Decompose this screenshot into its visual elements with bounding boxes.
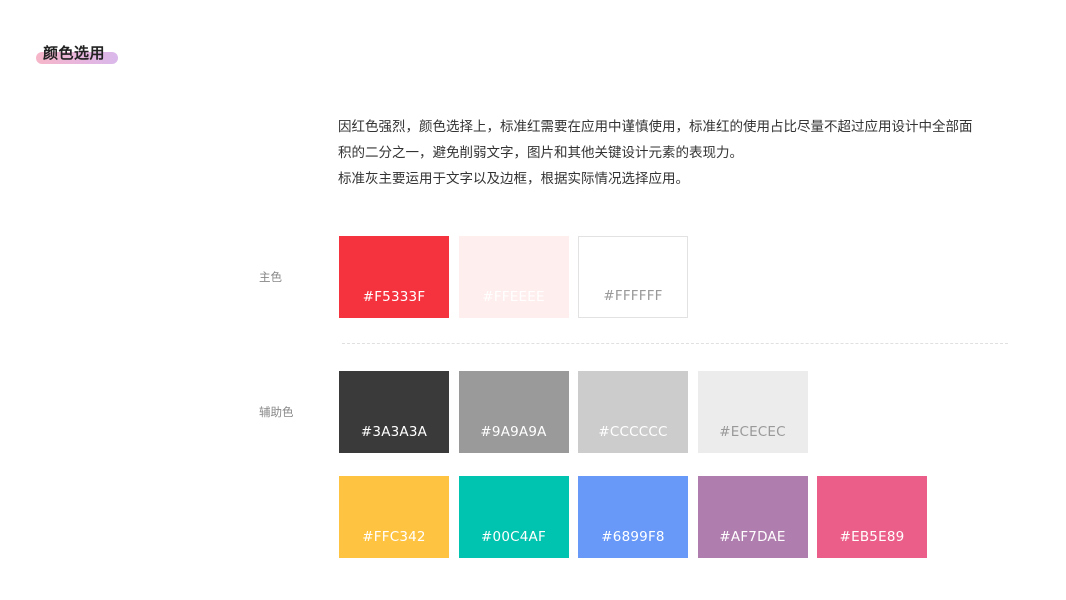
color-code: #EB5E89	[839, 529, 905, 545]
color-swatch: #FFC342	[339, 476, 449, 558]
color-code: #6899F8	[601, 529, 665, 545]
color-swatch: #ECECEC	[697, 371, 808, 453]
color-swatch: #00C4AF	[458, 476, 569, 558]
description-line: 因红色强烈，颜色选择上，标准红需要在应用中谨慎使用，标准红的使用占比尽量不超过应…	[338, 119, 973, 135]
page-title: 颜色选用	[43, 44, 106, 62]
color-code: #AF7DAE	[719, 529, 786, 545]
color-swatch: #6899F8	[578, 476, 688, 558]
color-swatch: #F5333F	[339, 236, 449, 318]
section-title: 颜色选用	[36, 40, 118, 68]
color-swatch: #AF7DAE	[697, 476, 808, 558]
primary-swatch-row: #F5333F #FFEEEE #FFFFFF	[339, 236, 698, 318]
gray-swatch-row: #3A3A3A #9A9A9A #CCCCCC #ECECEC	[339, 371, 817, 453]
color-swatch: #FFFFFF	[578, 236, 688, 318]
color-swatch: #EB5E89	[817, 476, 927, 558]
color-swatch: #CCCCCC	[578, 371, 688, 453]
color-code: #3A3A3A	[360, 424, 428, 440]
color-code: #ECECEC	[719, 424, 786, 440]
primary-color-label: 主色	[259, 270, 282, 284]
color-code: #F5333F	[362, 289, 426, 305]
description: 因红色强烈，颜色选择上，标准红需要在应用中谨慎使用，标准红的使用占比尽量不超过应…	[338, 114, 1018, 192]
color-swatch: #9A9A9A	[458, 371, 569, 453]
color-code: #9A9A9A	[480, 424, 547, 440]
color-swatch: #3A3A3A	[339, 371, 449, 453]
color-code: #00C4AF	[481, 529, 546, 545]
color-code: #FFFFFF	[603, 288, 663, 304]
color-code: #FFEEEE	[482, 289, 545, 305]
description-line: 标准灰主要运用于文字以及边框，根据实际情况选择应用。	[338, 171, 689, 187]
description-line: 积的二分之一，避免削弱文字，图片和其他关键设计元素的表现力。	[338, 145, 743, 161]
secondary-color-label: 辅助色	[259, 405, 294, 419]
color-swatch: #FFEEEE	[458, 236, 569, 318]
accent-swatch-row: #FFC342 #00C4AF #6899F8 #AF7DAE #EB5E89	[339, 476, 937, 558]
color-code: #CCCCCC	[598, 424, 668, 440]
color-code: #FFC342	[362, 529, 426, 545]
dashed-divider	[342, 343, 1008, 344]
